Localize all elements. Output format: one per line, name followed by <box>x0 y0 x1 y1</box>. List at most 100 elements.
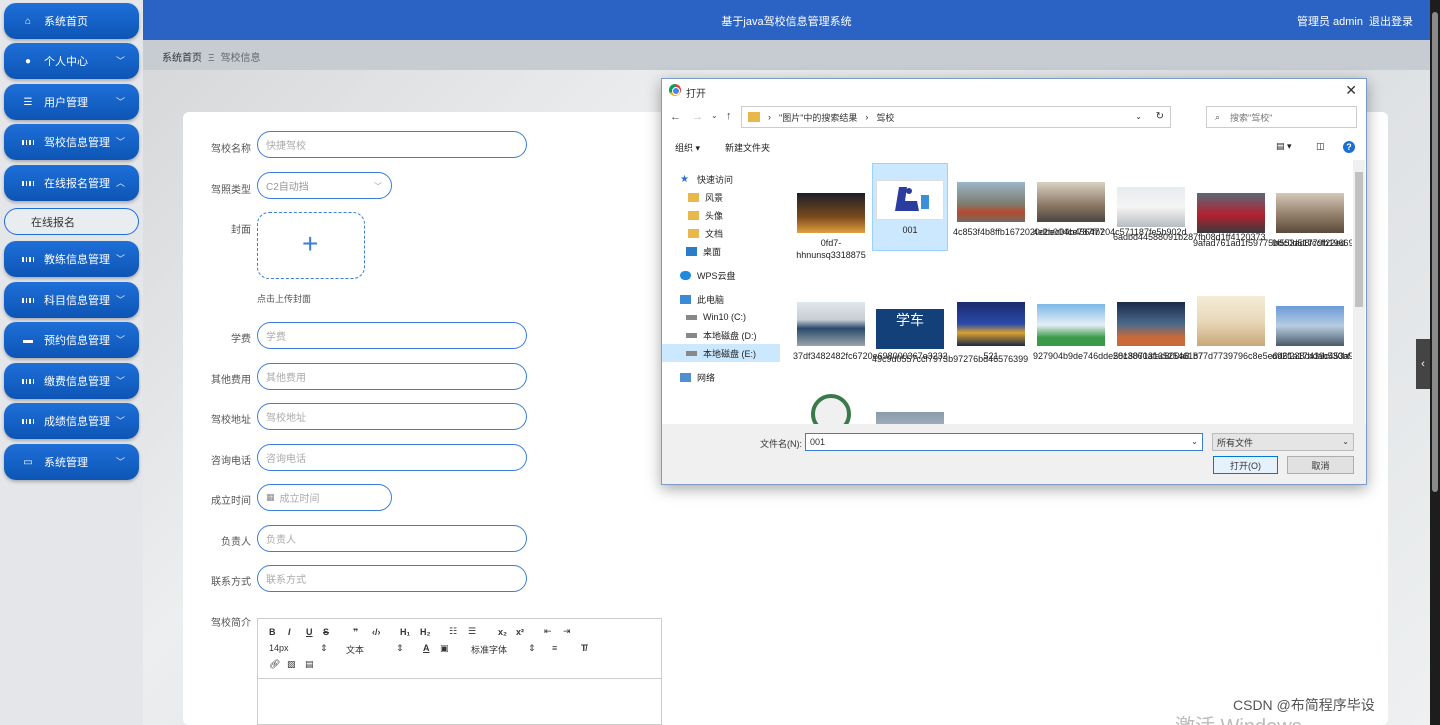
strikethrough-icon[interactable]: S <box>323 627 329 637</box>
align-icon[interactable]: ≡ <box>552 643 557 653</box>
file-item[interactable]: 9afad761ad1f59775bdc0d51779f22ed <box>1193 193 1345 249</box>
indent-icon[interactable]: ⇥ <box>563 626 571 637</box>
file-item[interactable] <box>793 394 869 424</box>
chevron-down-icon[interactable]: ⌄ <box>1135 112 1142 121</box>
file-item[interactable]: 学车 49c9d0557ccf7973b97276bd46576399 <box>872 309 1028 365</box>
license-type-select[interactable]: C2自动挡 ﹀ <box>257 172 392 199</box>
close-icon[interactable]: ✕ <box>1345 82 1357 99</box>
tree-scenery[interactable]: 风景 <box>662 188 780 206</box>
file-list-scrollbar[interactable] <box>1353 160 1365 424</box>
view-options-icon[interactable]: ▤ ▾ <box>1276 141 1292 152</box>
breadcrumb-home[interactable]: 系统首页 <box>162 53 202 64</box>
link-icon[interactable]: 🔗︎ <box>269 659 280 670</box>
scrollbar-thumb[interactable] <box>1432 12 1438 492</box>
sidebar-item-school[interactable]: 驾校信息管理 ﹀ <box>4 124 139 160</box>
file-item[interactable]: 521 <box>953 302 1029 362</box>
heading1-icon[interactable]: H₁ <box>400 627 410 637</box>
file-item[interactable]: 0fd7-hhnunsq3318875 <box>793 193 869 261</box>
phone-input[interactable]: 咨询电话 <box>257 444 527 471</box>
bold-icon[interactable]: B <box>269 627 276 637</box>
file-item[interactable]: 37df3482482fc6720e698000367e3232 <box>793 302 948 362</box>
heading2-icon[interactable]: H₂ <box>420 627 431 637</box>
chevron-down-icon[interactable]: ⌄ <box>1191 437 1198 446</box>
tree-quick-access[interactable]: ★ 快速访问 <box>662 170 780 188</box>
file-item[interactable]: 927904b9de746dde58c3860afac800a8 <box>1033 304 1190 362</box>
superscript-icon[interactable]: x² <box>516 627 524 637</box>
tree-avatar[interactable]: 头像 <box>662 206 780 224</box>
file-item-selected[interactable]: 001 <box>872 163 948 251</box>
sidebar-item-score[interactable]: 成绩信息管理 ﹀ <box>4 403 139 439</box>
subscript-icon[interactable]: x₂ <box>498 627 507 637</box>
contact-input[interactable]: 联系方式 <box>257 565 527 592</box>
sidebar-item-home[interactable]: ⌂ 系统首页 <box>4 3 139 39</box>
outdent-icon[interactable]: ⇤ <box>544 626 552 637</box>
sidebar-item-payment[interactable]: 缴费信息管理 ﹀ <box>4 363 139 399</box>
file-item[interactable]: 6adbd44588091b287fb08d1ff4120373 <box>1113 187 1266 243</box>
background-color-icon[interactable]: ▣ <box>440 643 449 654</box>
preview-pane-icon[interactable]: ◫ <box>1316 141 1325 152</box>
tree-drive-d[interactable]: 本地磁盘 (D:) <box>662 326 780 344</box>
cancel-button[interactable]: 取消 <box>1287 456 1354 474</box>
collapse-tab[interactable]: ‹ <box>1416 339 1430 389</box>
chevron-down-icon[interactable]: ⌄ <box>711 111 718 120</box>
code-icon[interactable]: ‹/› <box>372 627 381 637</box>
filetype-select[interactable]: 所有文件 ⌄ <box>1212 433 1354 451</box>
page-scrollbar[interactable] <box>1430 0 1440 725</box>
organize-button[interactable]: 组织 ▾ <box>675 141 700 154</box>
font-family-select[interactable]: 标准字体 <box>471 643 507 656</box>
tree-wps-cloud[interactable]: WPS云盘 <box>662 266 780 284</box>
quote-icon[interactable]: ❞ <box>353 627 358 638</box>
new-folder-button[interactable]: 新建文件夹 <box>725 141 770 154</box>
fee-input[interactable]: 学费 <box>257 322 527 349</box>
video-icon[interactable]: ▤ <box>305 659 314 670</box>
up-icon[interactable]: ↑ <box>726 110 732 122</box>
address-bar[interactable]: › "图片"中的搜索结果 › 驾校 ⌄ ↻ <box>741 106 1171 128</box>
refresh-icon[interactable]: ↻ <box>1156 111 1164 122</box>
ordered-list-icon[interactable]: ☷ <box>449 626 457 637</box>
clear-format-icon[interactable]: T̸ <box>581 643 587 653</box>
file-item[interactable]: 201807131352546187 <box>1113 302 1203 362</box>
logout-link[interactable]: 退出登录 <box>1369 13 1413 29</box>
text-type-select[interactable]: 文本 <box>346 643 364 656</box>
tree-network[interactable]: 网络 <box>662 368 780 386</box>
file-item[interactable]: 4c853f4b8ffb1672020dbec04b456477 <box>953 182 1104 238</box>
sidebar-item-registration[interactable]: 在线报名管理 ︿ <box>4 165 139 201</box>
help-icon[interactable]: ? <box>1343 141 1355 153</box>
file-item[interactable]: b77d7739796c8e5e6d61a17bdab530bf <box>1193 296 1350 362</box>
tree-documents[interactable]: 文档 <box>662 224 780 242</box>
open-button[interactable]: 打开(O) <box>1213 456 1278 474</box>
file-item[interactable] <box>872 412 948 424</box>
sidebar-item-coach[interactable]: 教练信息管理 ﹀ <box>4 241 139 277</box>
founded-date-input[interactable]: ▦ 成立时间 <box>257 484 392 511</box>
image-icon[interactable]: ▨ <box>287 659 296 670</box>
back-icon[interactable]: ← <box>670 111 681 123</box>
scrollbar-thumb[interactable] <box>1355 172 1363 307</box>
filename-input[interactable]: 001 ⌄ <box>805 433 1203 451</box>
tree-drive-e[interactable]: 本地磁盘 (E:) <box>662 344 780 362</box>
school-name-input[interactable]: 快捷驾校 <box>257 131 527 158</box>
address-input[interactable]: 驾校地址 <box>257 403 527 430</box>
folder-search-input[interactable]: ⌕ 搜索"驾校" <box>1206 106 1357 128</box>
sidebar-item-users[interactable]: ☰ 用户管理 ﹀ <box>4 84 139 120</box>
bullet-list-icon[interactable]: ☰ <box>468 626 476 637</box>
font-color-icon[interactable]: A <box>423 643 430 653</box>
file-item[interactable]: 9f553ad8fccfb19669e266d87300a7f2 <box>1272 193 1352 249</box>
sidebar-item-profile[interactable]: ● 个人中心 ﹀ <box>4 43 139 79</box>
manager-input[interactable]: 负责人 <box>257 525 527 552</box>
file-item[interactable]: d92f238c439c453a9edb2f05a44db232 <box>1272 306 1352 362</box>
sidebar-item-system[interactable]: ▭ 系统管理 ﹀ <box>4 444 139 480</box>
tree-drive-c[interactable]: Win10 (C:) <box>662 308 780 326</box>
path-segment[interactable]: 驾校 <box>876 111 894 124</box>
rich-text-editor[interactable]: B I U S ❞ ‹/› H₁ H₂ ☷ ☰ x₂ x² ⇤ ⇥ 14px ⇕… <box>257 618 662 725</box>
sidebar-item-appointment[interactable]: ▬ 预约信息管理 ﹀ <box>4 322 139 358</box>
italic-icon[interactable]: I <box>288 627 291 637</box>
tree-this-pc[interactable]: 此电脑 <box>662 290 780 308</box>
sidebar-subitem-online-registration[interactable]: 在线报名 <box>4 208 139 235</box>
font-size-select[interactable]: 14px <box>269 643 289 653</box>
underline-icon[interactable]: U <box>306 627 313 637</box>
forward-icon[interactable]: → <box>692 111 703 123</box>
tree-desktop[interactable]: 桌面 <box>662 242 780 260</box>
cover-upload[interactable]: + <box>257 212 365 279</box>
other-fee-input[interactable]: 其他费用 <box>257 363 527 390</box>
sidebar-item-subject[interactable]: 科目信息管理 ﹀ <box>4 282 139 318</box>
